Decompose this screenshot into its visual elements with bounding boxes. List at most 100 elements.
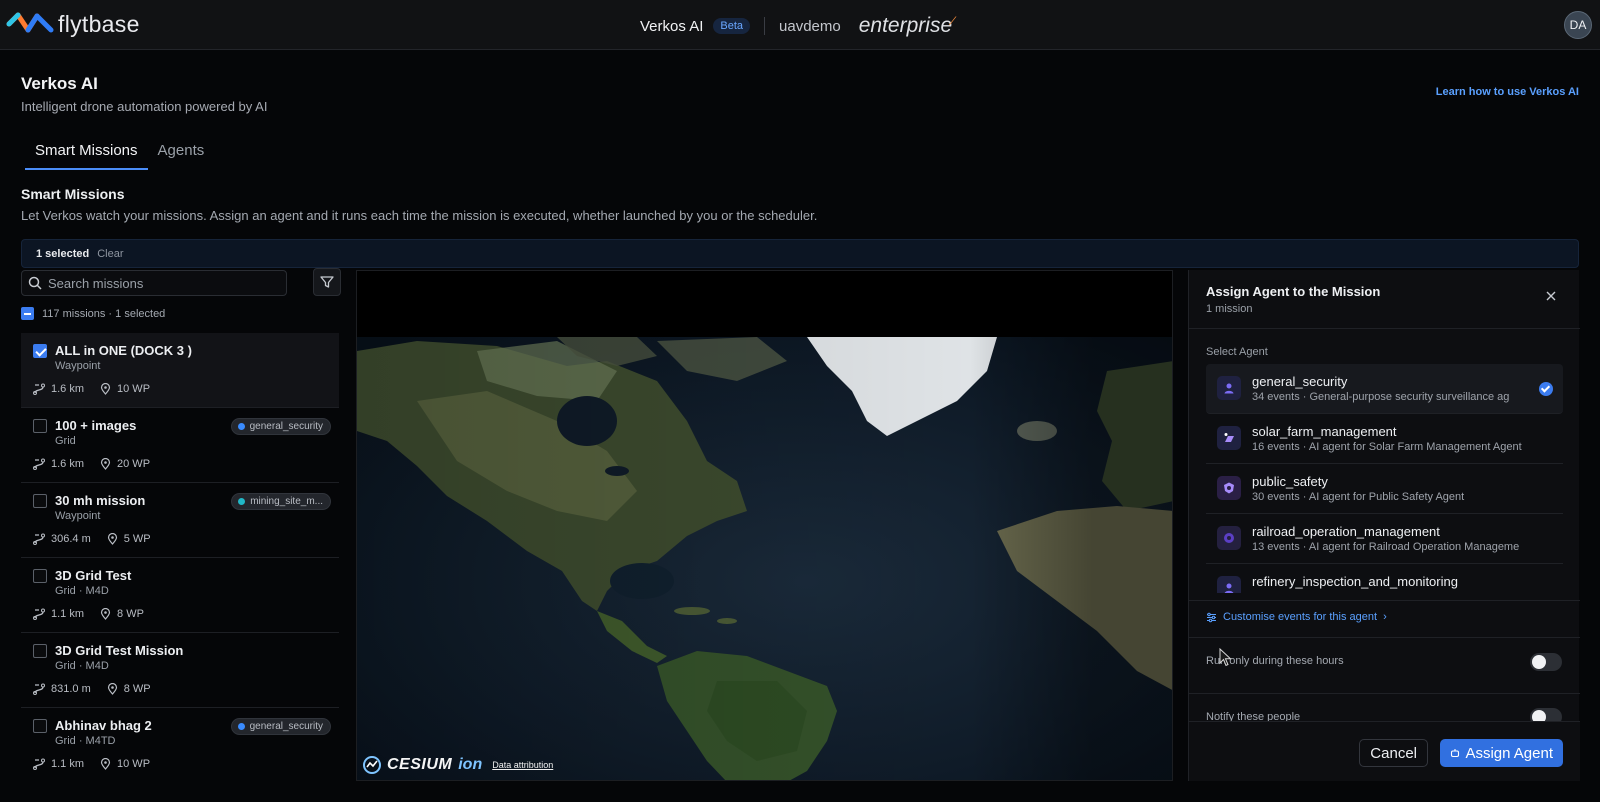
agent-name: railroad_operation_management	[1252, 524, 1440, 539]
flytbase-logo-icon	[6, 12, 54, 33]
run-hours-toggle[interactable]	[1530, 653, 1562, 671]
select-all-checkbox[interactable]	[21, 307, 34, 320]
mission-type: Grid	[55, 435, 76, 447]
panel-subtitle: 1 mission	[1206, 303, 1253, 315]
mission-waypoints: 8 WP	[123, 683, 151, 695]
agent-tag: mining_site_m...	[231, 493, 331, 510]
cesium-ion: ion	[458, 756, 483, 773]
tag-label: general_security	[249, 721, 323, 732]
plan-label: enterprise⁄	[859, 14, 954, 38]
app-name: Verkos AI	[640, 17, 704, 35]
divider	[1189, 328, 1580, 329]
customise-events-label: Customise events for this agent	[1223, 611, 1378, 623]
mission-waypoints: 20 WP	[117, 458, 151, 470]
org-name[interactable]: uavdemo	[779, 18, 841, 35]
cancel-button[interactable]: Cancel	[1359, 739, 1428, 767]
list-item[interactable]: 100 + images Grid general_security 1.6 k…	[21, 408, 339, 483]
route-icon	[33, 608, 45, 620]
tag-label: general_security	[249, 421, 323, 432]
agent-description: 34 events · General-purpose security sur…	[1252, 391, 1510, 403]
tag-dot-icon	[237, 723, 245, 730]
mission-checkbox[interactable]	[33, 344, 47, 358]
mission-name: ALL in ONE (DOCK 3 )	[55, 343, 192, 358]
mission-waypoints: 5 WP	[123, 533, 151, 545]
agent-name: public_safety	[1252, 474, 1328, 489]
agent-icon	[1451, 749, 1460, 758]
tab-agents[interactable]: Agents	[148, 138, 215, 170]
agent-option-railroad-operation-management[interactable]: railroad_operation_management 13 events …	[1206, 514, 1563, 564]
list-item[interactable]: 30 mh mission Waypoint mining_site_m... …	[21, 483, 339, 558]
page-subtitle: Intelligent drone automation powered by …	[21, 99, 268, 114]
mission-checkbox[interactable]	[33, 494, 47, 508]
cesium-branding: CESIUM ion Data attribution	[363, 756, 553, 774]
waypoint-pin-icon	[100, 758, 111, 770]
route-icon	[33, 758, 45, 770]
agent-option-general-security[interactable]: general_security 34 events · General-pur…	[1206, 364, 1563, 414]
beta-badge: Beta	[713, 18, 751, 34]
mouse-cursor-icon	[1219, 648, 1232, 667]
panel-footer: Cancel Assign Agent	[1189, 721, 1580, 781]
shield-user-icon	[1217, 376, 1241, 400]
assign-agent-label: Assign Agent	[1465, 744, 1553, 762]
search-input[interactable]	[48, 275, 268, 291]
data-attribution-link[interactable]: Data attribution	[492, 760, 553, 770]
mission-distance: 831.0 m	[51, 683, 91, 695]
agent-tag: general_security	[230, 418, 331, 435]
divider	[1189, 693, 1580, 694]
route-icon	[33, 458, 45, 470]
clear-selection-button[interactable]: Clear	[97, 248, 123, 260]
waypoint-pin-icon	[100, 383, 111, 395]
agent-option-refinery-inspection[interactable]: refinery_inspection_and_monitoring	[1206, 564, 1563, 593]
cesium-brand: CESIUM	[387, 756, 453, 773]
workspace-info: Verkos AI Beta uavdemo enterprise⁄	[640, 14, 954, 38]
list-item[interactable]: 3D Grid Test Grid · M4D 1.1 km 8 WP	[21, 558, 339, 633]
tab-smart-missions[interactable]: Smart Missions	[25, 138, 148, 170]
chevron-right-icon: ›	[1383, 611, 1387, 623]
divider	[1189, 721, 1580, 722]
cesium-logo-icon	[363, 756, 381, 774]
mission-distance: 1.1 km	[51, 608, 85, 620]
section-title: Smart Missions	[21, 186, 125, 202]
agent-option-public-safety[interactable]: public_safety 30 events · AI agent for P…	[1206, 464, 1563, 514]
filter-button[interactable]	[313, 268, 341, 296]
mission-type: Grid · M4D	[55, 585, 109, 597]
mission-type: Waypoint	[55, 510, 101, 522]
police-badge-icon	[1217, 476, 1241, 500]
mission-checkbox[interactable]	[33, 569, 47, 583]
plan-text: enterprise	[858, 14, 953, 37]
list-item[interactable]: ALL in ONE (DOCK 3 ) Waypoint 1.6 km 10 …	[21, 333, 339, 408]
mission-meta: 306.4 m 5 WP	[33, 533, 167, 545]
list-item[interactable]: 3D Grid Test Mission Grid · M4D 831.0 m …	[21, 633, 339, 708]
mission-list: ALL in ONE (DOCK 3 ) Waypoint 1.6 km 10 …	[21, 333, 339, 779]
check-icon	[1539, 382, 1553, 396]
user-avatar[interactable]: DA	[1564, 11, 1592, 39]
globe-map[interactable]: CESIUM ion Data attribution	[356, 270, 1173, 781]
flytbase-logo[interactable]: flytbase	[6, 10, 140, 38]
plan-accent-icon: ⁄	[952, 14, 955, 28]
mission-type: Grid · M4D	[55, 660, 109, 672]
learn-link[interactable]: Learn how to use Verkos AI	[1436, 86, 1579, 98]
mission-name: 100 + images	[55, 418, 137, 433]
tag-dot-icon	[238, 498, 246, 505]
list-item[interactable]: Abhinav bhag 2 Grid · M4TD general_secur…	[21, 708, 339, 779]
mission-checkbox[interactable]	[33, 644, 47, 658]
mission-meta: 1.6 km 20 WP	[33, 458, 166, 470]
mission-checkbox[interactable]	[33, 719, 47, 733]
agent-option-solar-farm-management[interactable]: solar_farm_management 16 events · AI age…	[1206, 414, 1563, 464]
refinery-icon	[1217, 576, 1241, 593]
mission-type: Waypoint	[55, 360, 101, 372]
waypoint-pin-icon	[107, 533, 117, 545]
assign-agent-button[interactable]: Assign Agent	[1440, 739, 1563, 767]
customise-events-link[interactable]: Customise events for this agent ›	[1206, 611, 1387, 623]
mission-waypoints: 8 WP	[117, 608, 144, 620]
mission-meta: 831.0 m 8 WP	[33, 683, 167, 695]
mission-checkbox[interactable]	[33, 419, 47, 433]
route-icon	[33, 383, 45, 395]
close-icon[interactable]	[1545, 290, 1557, 302]
mission-type: Grid · M4TD	[55, 735, 116, 747]
mission-meta: 1.1 km 8 WP	[33, 608, 160, 620]
filter-icon	[320, 276, 334, 288]
tab-bar: Smart Missions Agents	[25, 138, 214, 170]
tag-dot-icon	[237, 423, 245, 430]
waypoint-pin-icon	[107, 683, 117, 695]
